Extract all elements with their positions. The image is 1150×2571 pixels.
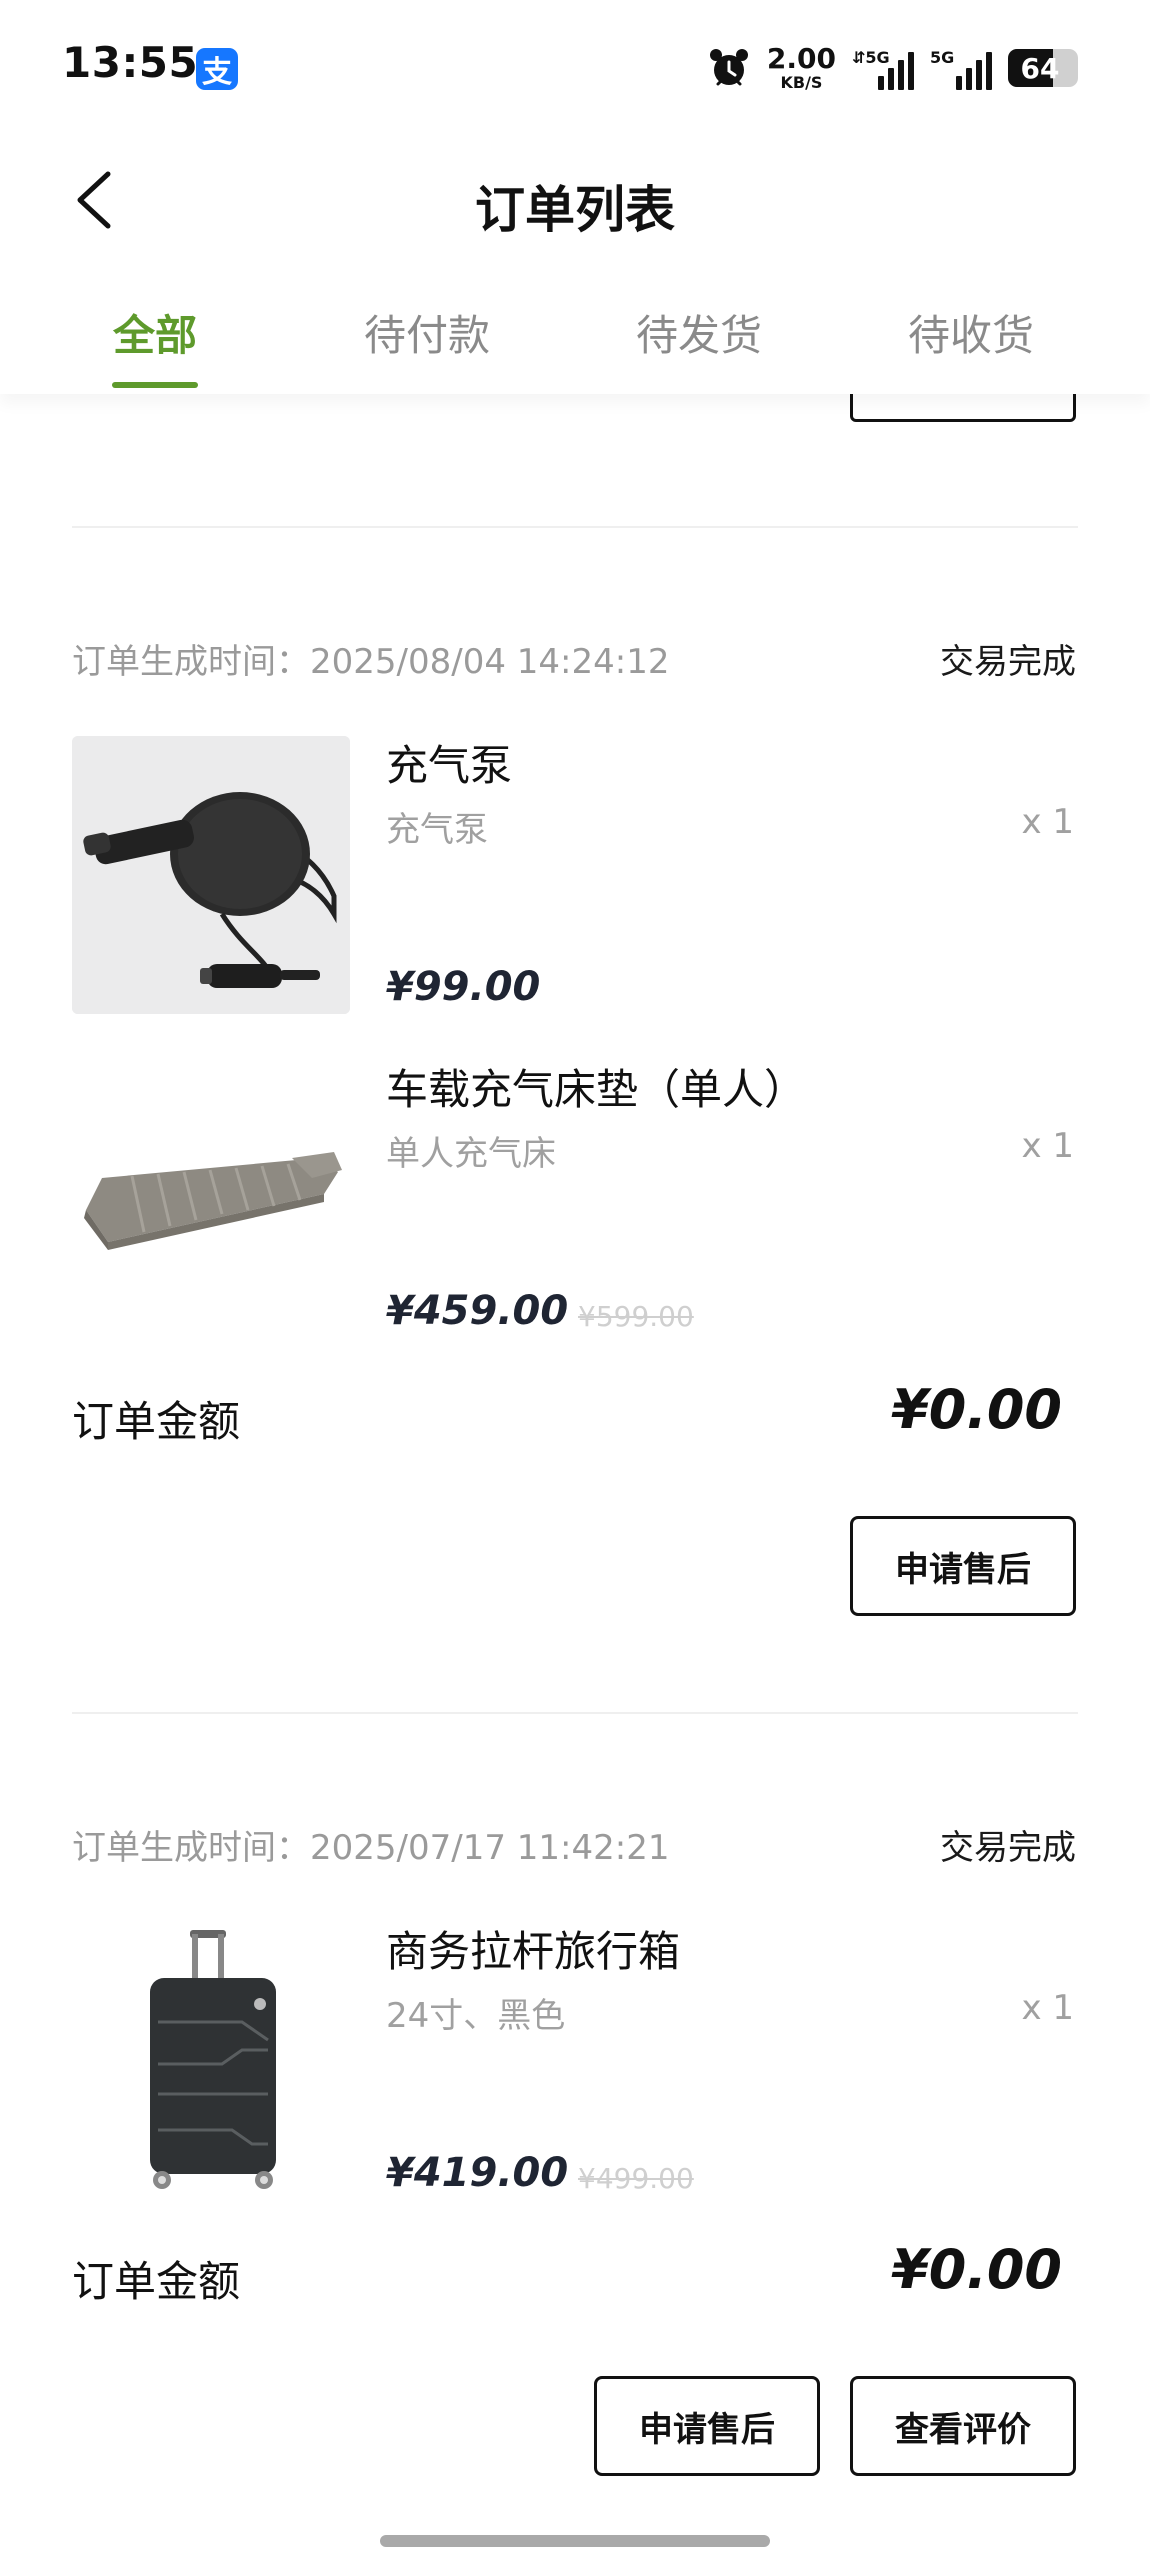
- product-image-air-mattress[interactable]: [72, 1060, 350, 1338]
- product-spec: 24寸、黑色: [386, 1996, 566, 2036]
- product-spec: 单人充气床: [386, 1134, 556, 1174]
- product-spec: 充气泵: [386, 810, 488, 850]
- product-quantity: x 1: [1021, 1126, 1074, 1166]
- order-amount-label: 订单金额: [72, 2257, 241, 2306]
- order-amount-value: ¥0.00: [891, 2238, 1062, 2301]
- alarm-icon: [709, 49, 748, 86]
- tab-all[interactable]: 全部: [55, 302, 255, 363]
- order-time: 订单生成时间：2025/08/04 14:24:12: [72, 642, 670, 682]
- signal-icon-2: 5G: [930, 46, 992, 90]
- status-time: 13:55: [62, 38, 199, 87]
- product-name[interactable]: 车载充气床垫（单人）: [386, 1056, 806, 1117]
- product-price: ¥419.00: [386, 2150, 569, 2196]
- signal-icon: ⇵5G: [852, 46, 914, 90]
- order-list[interactable]: 订单生成时间：2025/08/04 14:24:12 交易完成 充气泵 充气泵 …: [0, 394, 1150, 2571]
- status-icons: 2.00 KB/S ⇵5G 5G 64: [707, 38, 1078, 98]
- product-name[interactable]: 商务拉杆旅行箱: [386, 1918, 680, 1979]
- view-review-button[interactable]: 查看评价: [850, 2376, 1076, 2476]
- battery-icon: 64: [1008, 49, 1078, 87]
- status-bar: 13:55 支 2.00 KB/S ⇵5G 5G 64: [0, 0, 1150, 140]
- order-time: 订单生成时间：2025/07/17 11:42:21: [72, 1828, 670, 1868]
- alipay-icon: 支: [196, 48, 238, 90]
- product-original-price: ¥499.00: [578, 2162, 694, 2195]
- network-speed: 2.00 KB/S: [766, 42, 836, 92]
- page-title: 订单列表: [475, 181, 675, 239]
- partial-button-previous-order[interactable]: [850, 394, 1076, 422]
- divider: [72, 1712, 1078, 1714]
- tab-active-indicator: [112, 382, 198, 388]
- tab-pending-shipment[interactable]: 待发货: [599, 302, 799, 363]
- order-status: 交易完成: [940, 1828, 1076, 1868]
- product-quantity: x 1: [1021, 802, 1074, 842]
- air-pump-image: [72, 736, 350, 1014]
- product-name[interactable]: 充气泵: [386, 732, 512, 793]
- product-image-luggage[interactable]: [72, 1922, 350, 2200]
- product-price: ¥459.00: [386, 1288, 569, 1334]
- divider: [72, 526, 1078, 528]
- home-indicator[interactable]: [380, 2535, 770, 2547]
- product-quantity: x 1: [1021, 1988, 1074, 2028]
- order-status: 交易完成: [940, 642, 1076, 682]
- air-mattress-image: [72, 1060, 350, 1338]
- tab-pending-payment[interactable]: 待付款: [327, 302, 527, 363]
- after-sales-button[interactable]: 申请售后: [850, 1516, 1076, 1616]
- tab-pending-receipt[interactable]: 待收货: [871, 302, 1071, 363]
- order-amount-label: 订单金额: [72, 1397, 241, 1446]
- order-amount-value: ¥0.00: [891, 1378, 1062, 1441]
- after-sales-button[interactable]: 申请售后: [594, 2376, 820, 2476]
- nav-bar: 订单列表: [0, 140, 1150, 260]
- tab-bar: 全部 待付款 待发货 待收货: [0, 260, 1150, 394]
- luggage-image: [72, 1922, 350, 2200]
- product-original-price: ¥599.00: [578, 1300, 694, 1333]
- product-price: ¥99.00: [386, 964, 541, 1010]
- product-image-air-pump[interactable]: [72, 736, 350, 1014]
